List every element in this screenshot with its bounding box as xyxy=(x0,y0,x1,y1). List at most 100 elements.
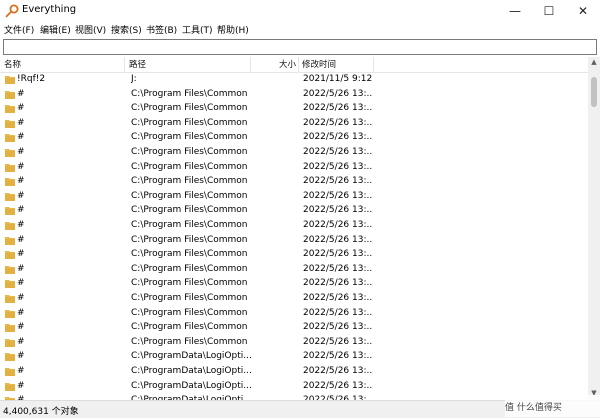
folder-icon xyxy=(5,353,15,362)
table-row[interactable]: # C:\Program Files\Common ... 2022/5/26 13… xyxy=(0,263,588,278)
folder-icon xyxy=(5,90,15,99)
folder-icon xyxy=(5,163,15,172)
table-row[interactable]: # C:\Program Files\Common ... 2022/5/26 13… xyxy=(0,234,588,249)
column-divider[interactable] xyxy=(124,57,125,72)
cell-path: C:\ProgramData\LogiOpti... xyxy=(131,366,251,376)
maximize-button[interactable]: ☐ xyxy=(532,0,566,22)
table-row[interactable]: # C:\Program Files\Common ... 2022/5/26 13… xyxy=(0,102,588,117)
menu-file[interactable]: 文件(F) xyxy=(4,23,34,36)
table-row[interactable]: # C:\Program Files\Common ... 2022/5/26 13… xyxy=(0,248,588,263)
scrollbar-thumb[interactable] xyxy=(591,77,597,107)
menu-edit[interactable]: 编辑(E) xyxy=(40,23,71,36)
column-divider[interactable] xyxy=(298,57,299,72)
cell-name: # xyxy=(17,147,25,157)
vertical-scrollbar[interactable]: ▲ ▼ xyxy=(588,57,600,400)
table-row[interactable]: # C:\Program Files\Common ... 2022/5/26 13… xyxy=(0,307,588,322)
table-row[interactable]: # C:\Program Files\Common ... 2022/5/26 13… xyxy=(0,277,588,292)
table-row[interactable]: # C:\ProgramData\LogiOpti... 2022/5/26 13:… xyxy=(0,365,588,380)
column-size-header[interactable]: 大小 xyxy=(279,58,296,71)
cell-modified: 2022/5/26 13:... xyxy=(303,176,373,187)
cell-name: # xyxy=(17,336,25,347)
column-header: 名称 路径 大小 修改时间 xyxy=(0,57,588,73)
table-row[interactable]: # C:\Program Files\Common ... 2022/5/26 13… xyxy=(0,146,588,161)
table-row[interactable]: # C:\Program Files\Common ... 2022/5/26 13… xyxy=(0,88,588,103)
close-icon: ✕ xyxy=(577,4,589,18)
folder-icon xyxy=(5,236,15,245)
menu-bookmarks[interactable]: 书签(B) xyxy=(146,23,177,36)
cell-path: C:\ProgramData\LogiOpti... xyxy=(131,351,251,362)
results-list: !Rqf!2 J: 2021/11/5 9:12 # C:\Program Files\… xyxy=(0,73,588,400)
window-title: Everything xyxy=(22,4,77,15)
cell-path: C:\Program Files\Common ... xyxy=(131,263,251,274)
cell-modified: 2022/5/26 13:... xyxy=(303,366,373,376)
close-button[interactable]: ✕ xyxy=(566,0,600,22)
folder-icon xyxy=(5,295,15,303)
minimize-button[interactable]: — xyxy=(498,0,532,22)
column-path-header[interactable]: 路径 xyxy=(129,58,146,71)
cell-modified: 2022/5/26 13:... xyxy=(303,88,373,99)
column-divider[interactable] xyxy=(373,57,374,72)
cell-name: # xyxy=(17,88,25,99)
cell-modified: 2021/11/5 9:12 xyxy=(303,74,373,84)
menu-view[interactable]: 视图(V) xyxy=(75,23,106,36)
table-row[interactable]: # C:\Program Files\Common ... 2022/5/26 13… xyxy=(0,161,588,176)
menu-search[interactable]: 搜索(S) xyxy=(111,23,142,36)
table-row[interactable]: # C:\Program Files\Common ... 2022/5/26 13… xyxy=(0,190,588,205)
folder-icon xyxy=(5,76,15,84)
column-name-header[interactable]: 名称 xyxy=(4,58,21,71)
cell-modified: 2022/5/26 13:... xyxy=(303,351,373,362)
magnifier-key-icon xyxy=(5,4,19,18)
cell-name: # xyxy=(17,351,25,362)
menu-help[interactable]: 帮助(H) xyxy=(217,23,249,36)
cell-path: C:\Program Files\Common ... xyxy=(131,147,251,157)
cell-modified: 2022/5/26 13:... xyxy=(303,103,373,114)
folder-icon xyxy=(5,265,15,274)
cell-name: # xyxy=(17,234,25,245)
watermark-text: 值 什么值得买 xyxy=(505,402,562,413)
cell-modified: 2022/5/26 13:... xyxy=(303,117,373,128)
cell-name: # xyxy=(17,190,25,201)
folder-icon xyxy=(5,251,15,260)
table-row[interactable]: # C:\Program Files\Common ... 2022/5/26 13… xyxy=(0,131,588,146)
cell-modified: 2022/5/26 13:... xyxy=(303,322,373,333)
table-row[interactable]: # C:\Program Files\Common ... 2022/5/26 13… xyxy=(0,321,588,336)
scroll-up-icon[interactable]: ▲ xyxy=(588,58,600,68)
cell-modified: 2022/5/26 13:... xyxy=(303,234,373,245)
cell-modified: 2022/5/26 13:... xyxy=(303,249,373,260)
cell-modified: 2022/5/26 13:... xyxy=(303,132,373,143)
cell-modified: 2022/5/26 13:... xyxy=(303,293,373,303)
table-row[interactable]: # C:\Program Files\Common ... 2022/5/26 13… xyxy=(0,336,588,351)
search-input[interactable] xyxy=(3,39,597,55)
cell-modified: 2022/5/26 13:... xyxy=(303,380,373,391)
folder-icon xyxy=(5,178,15,187)
table-row[interactable]: # C:\Program Files\Common ... 2022/5/26 13… xyxy=(0,204,588,219)
cell-path: J: xyxy=(131,74,137,84)
cell-name: # xyxy=(17,176,25,187)
cell-modified: 2022/5/26 13:... xyxy=(303,278,373,289)
folder-icon xyxy=(5,207,15,216)
cell-modified: 2022/5/26 13:... xyxy=(303,263,373,274)
column-divider[interactable] xyxy=(250,57,251,72)
cell-name: # xyxy=(17,322,25,333)
folder-icon xyxy=(5,149,15,157)
cell-path: C:\Program Files\Common ... xyxy=(131,278,251,289)
cell-name: !Rqf!2 xyxy=(17,74,46,84)
menu-tools[interactable]: 工具(T) xyxy=(182,23,213,36)
table-row[interactable]: # C:\Program Files\Common ... 2022/5/26 13… xyxy=(0,292,588,307)
table-row[interactable]: # C:\Program Files\Common ... 2022/5/26 13… xyxy=(0,175,588,190)
cell-path: C:\Program Files\Common ... xyxy=(131,132,251,143)
table-row[interactable]: !Rqf!2 J: 2021/11/5 9:12 xyxy=(0,73,588,88)
table-row[interactable]: # C:\ProgramData\LogiOpti... 2022/5/26 13:… xyxy=(0,350,588,365)
cell-modified: 2022/5/26 13:... xyxy=(303,190,373,201)
cell-name: # xyxy=(17,205,25,216)
cell-path: C:\Program Files\Common ... xyxy=(131,190,251,201)
cell-modified: 2022/5/26 13:... xyxy=(303,307,373,318)
title-bar: Everything — ☐ ✕ xyxy=(0,0,600,22)
cell-name: # xyxy=(17,249,25,260)
cell-path: C:\Program Files\Common ... xyxy=(131,103,251,114)
cell-path: C:\Program Files\Common ... xyxy=(131,117,251,128)
column-modified-header[interactable]: 修改时间 xyxy=(302,58,336,71)
table-row[interactable]: # C:\Program Files\Common ... 2022/5/26 13… xyxy=(0,219,588,234)
table-row[interactable]: # C:\ProgramData\LogiOpti... 2022/5/26 13:… xyxy=(0,380,588,395)
table-row[interactable]: # C:\Program Files\Common ... 2022/5/26 13… xyxy=(0,117,588,132)
